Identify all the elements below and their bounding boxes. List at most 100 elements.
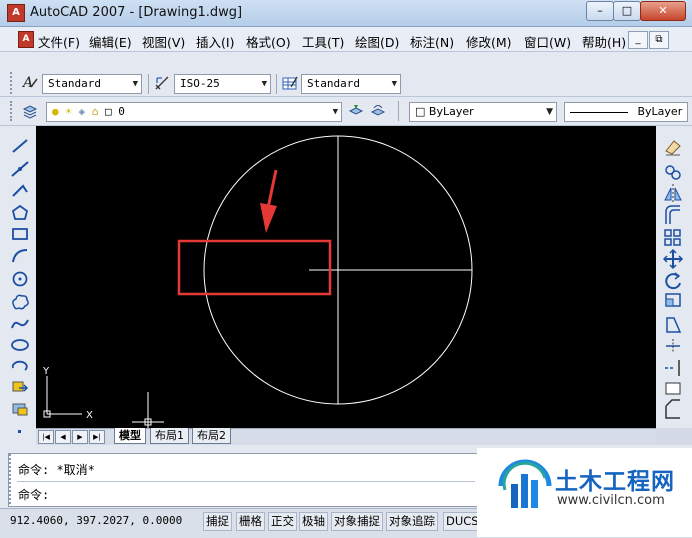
mirror-icon[interactable] xyxy=(664,184,682,202)
watermark: 土木工程网 www.civilcn.com xyxy=(477,448,692,537)
extend-icon[interactable] xyxy=(665,360,680,376)
menu-file[interactable]: 文件(F) xyxy=(38,32,80,51)
otrack-toggle[interactable]: 对象追踪 xyxy=(386,512,438,531)
drawing-document-icon[interactable]: A xyxy=(18,31,34,48)
menu-tools[interactable]: 工具(T) xyxy=(302,32,344,51)
lightbulb-icon: ● xyxy=(52,105,59,118)
snap-toggle[interactable]: 捕捉 xyxy=(203,512,232,531)
offset-icon[interactable] xyxy=(665,205,680,224)
chamfer-icon[interactable] xyxy=(665,399,680,419)
polar-toggle[interactable]: 极轴 xyxy=(299,512,328,531)
copy-icon[interactable] xyxy=(665,165,681,180)
point-icon[interactable] xyxy=(18,430,21,433)
drawing-canvas[interactable]: Y X xyxy=(36,126,656,428)
doc-restore-button[interactable]: ⧉ xyxy=(649,31,669,49)
tab-nav-last-button[interactable]: ▶| xyxy=(89,430,105,444)
arc-icon[interactable] xyxy=(12,249,28,263)
tab-model[interactable]: 模型 xyxy=(114,428,146,444)
make-object-layer-current-icon[interactable] xyxy=(348,103,364,119)
dim-style-icon[interactable] xyxy=(154,75,170,91)
draw-toolbar-icons xyxy=(11,139,29,433)
menu-insert[interactable]: 插入(I) xyxy=(196,32,234,51)
erase-icon[interactable] xyxy=(665,140,681,156)
rotate-icon[interactable] xyxy=(665,272,681,290)
menu-modify[interactable]: 修改(M) xyxy=(466,32,512,51)
insert-block-icon[interactable] xyxy=(12,381,29,392)
revision-cloud-icon[interactable] xyxy=(12,294,29,310)
tab-nav-first-button[interactable]: |◀ xyxy=(38,430,54,444)
polyline-icon[interactable] xyxy=(12,184,28,197)
current-layer-name: 0 xyxy=(118,105,125,118)
toolbar-separator xyxy=(148,74,149,94)
toolbar-separator xyxy=(398,101,399,121)
lock-icon: ⌂ xyxy=(91,105,99,118)
table-style-value: Standard xyxy=(307,77,360,90)
menu-window[interactable]: 窗口(W) xyxy=(524,32,571,51)
tab-layout2[interactable]: 布局2 xyxy=(192,428,231,444)
close-button[interactable]: ✕ xyxy=(640,1,686,21)
menu-edit[interactable]: 编辑(E) xyxy=(89,32,132,51)
ucs-x-label: X xyxy=(86,410,93,421)
tab-nav-next-button[interactable]: ▶ xyxy=(72,430,88,444)
line-icon[interactable] xyxy=(12,139,28,153)
viewport-freeze-icon: ◈ xyxy=(78,105,86,118)
dim-style-select[interactable]: ISO-25 ▼ xyxy=(174,74,271,94)
ellipse-icon[interactable] xyxy=(11,339,29,351)
stretch-icon[interactable] xyxy=(666,317,682,333)
dim-style-value: ISO-25 xyxy=(180,77,220,90)
command-prompt[interactable]: 命令: xyxy=(18,486,49,503)
text-style-value: Standard xyxy=(48,77,101,90)
layer-select[interactable]: ● ☀ ◈ ⌂ □ 0 ▼ xyxy=(46,102,342,122)
make-block-icon[interactable] xyxy=(12,403,28,416)
color-select[interactable]: □ ByLayer ▼ xyxy=(409,102,557,122)
ucs-y-label: Y xyxy=(42,366,50,377)
modify-toolbar-icons xyxy=(662,140,684,419)
menu-help[interactable]: 帮助(H) xyxy=(582,32,626,51)
table-style-select[interactable]: Standard ▼ xyxy=(301,74,401,94)
polygon-icon[interactable] xyxy=(11,204,29,220)
scale-icon[interactable] xyxy=(665,293,681,307)
command-window-grip[interactable] xyxy=(9,454,16,504)
text-style-icon[interactable]: A xyxy=(22,74,38,90)
ellipse-arc-icon[interactable] xyxy=(11,360,28,371)
layer-previous-icon[interactable] xyxy=(370,103,386,119)
move-icon[interactable] xyxy=(662,248,684,270)
spline-icon[interactable] xyxy=(11,319,29,329)
osnap-toggle[interactable]: 对象捕捉 xyxy=(331,512,383,531)
chevron-down-icon: ▼ xyxy=(332,107,338,117)
chevron-down-icon: ▼ xyxy=(132,79,138,89)
layer-manager-icon[interactable] xyxy=(22,103,38,119)
toolbar-grip[interactable] xyxy=(10,72,17,94)
break-icon[interactable] xyxy=(665,382,681,395)
autocad-app-icon[interactable]: A xyxy=(7,4,25,22)
menu-view[interactable]: 视图(V) xyxy=(142,32,185,51)
linetype-value: ByLayer xyxy=(637,105,683,118)
tab-nav-prev-button[interactable]: ◀ xyxy=(55,430,71,444)
ducs-toggle[interactable]: DUCS xyxy=(443,512,482,531)
ortho-toggle[interactable]: 正交 xyxy=(268,512,297,531)
rectangle-icon[interactable] xyxy=(12,228,28,240)
chevron-down-icon: ▼ xyxy=(546,107,553,117)
circle-icon[interactable] xyxy=(12,271,28,287)
svg-text:A: A xyxy=(22,75,33,90)
grid-toggle[interactable]: 栅格 xyxy=(236,512,265,531)
construction-line-icon[interactable] xyxy=(11,161,29,177)
color-swatch: □ xyxy=(415,105,426,118)
doc-minimize-button[interactable]: _ xyxy=(628,31,648,49)
ucs-icon xyxy=(43,376,82,418)
minimize-button[interactable]: – xyxy=(586,1,614,21)
table-style-icon[interactable] xyxy=(282,75,298,91)
text-style-select[interactable]: Standard ▼ xyxy=(42,74,142,94)
menu-draw[interactable]: 绘图(D) xyxy=(355,32,399,51)
trim-icon[interactable] xyxy=(666,339,680,353)
linetype-select[interactable]: ByLayer xyxy=(564,102,688,122)
menu-dimension[interactable]: 标注(N) xyxy=(410,32,454,51)
tab-layout1[interactable]: 布局1 xyxy=(150,428,189,444)
command-history-line: 命令: *取消* xyxy=(18,463,95,477)
toolbar-grip[interactable] xyxy=(10,101,17,121)
maximize-button[interactable]: □ xyxy=(613,1,641,21)
menu-format[interactable]: 格式(O) xyxy=(246,32,291,51)
array-icon[interactable] xyxy=(664,229,681,246)
coordinate-readout[interactable]: 912.4060, 397.2027, 0.0000 xyxy=(10,512,182,529)
watermark-brand: 土木工程网 xyxy=(555,469,675,495)
